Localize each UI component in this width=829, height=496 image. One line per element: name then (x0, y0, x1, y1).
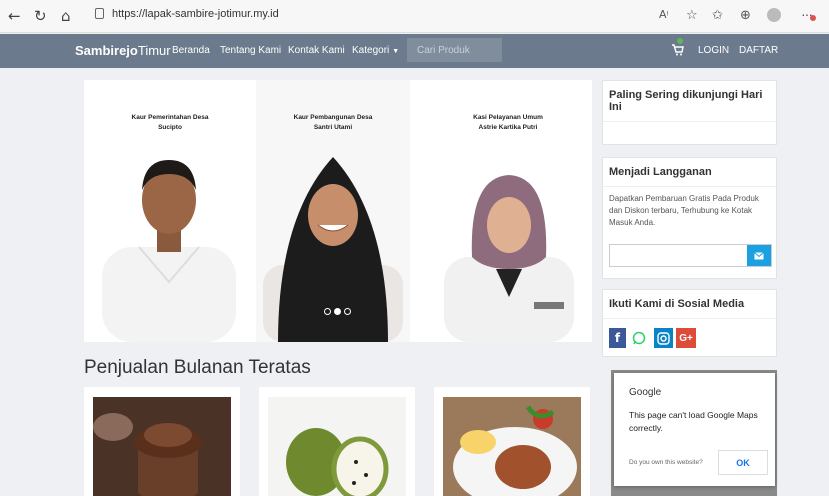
subscribe-email-field[interactable] (609, 244, 772, 267)
slide-caption: Kasi Pelayanan Umum Astrie Kartika Putri (473, 114, 543, 131)
cart-icon[interactable] (672, 44, 684, 56)
search-input[interactable] (407, 38, 502, 62)
product-card-3[interactable] (434, 387, 590, 496)
popular-title: Paling Sering dikunjungi Hari Ini (603, 81, 776, 122)
browser-toolbar: ← ↻ ⌂ https://lapak-sambire-jotimur.my.i… (0, 0, 829, 33)
slide-caption: Kaur Pemerintahan Desa Sucipto (131, 114, 209, 131)
reload-icon[interactable]: ↻ (34, 7, 47, 25)
maps-error-question: Do you own this website? (629, 459, 703, 466)
section-title: Penjualan Bulanan Teratas (84, 357, 311, 378)
address-bar[interactable]: https://lapak-sambire-jotimur.my.id (112, 8, 279, 20)
brand-logo[interactable]: SambirejoTimur (75, 43, 171, 58)
notification-dot (810, 15, 816, 21)
product-image (268, 397, 406, 496)
social-title: Ikuti Kami di Sosial Media (603, 290, 776, 319)
staff-photo (102, 160, 236, 342)
back-arrow-icon[interactable]: ← (8, 7, 21, 25)
product-image (93, 397, 231, 496)
lock-icon[interactable] (95, 8, 104, 19)
nav-tentang-kami[interactable]: Tentang Kami (220, 45, 281, 56)
slide-staff-3: Kasi Pelayanan Umum Astrie Kartika Putri (424, 80, 592, 342)
maps-error-message: This page can't load Google Maps correct… (629, 410, 758, 433)
instagram-icon[interactable] (654, 328, 673, 348)
product-image (443, 397, 581, 496)
profile-icon[interactable] (767, 8, 781, 22)
nav-kategori-dropdown[interactable]: Kategori ▼ (352, 45, 399, 56)
chevron-right-icon[interactable]: › (551, 200, 557, 221)
login-link[interactable]: LOGIN (698, 45, 729, 56)
add-favorite-icon[interactable]: ☆ (686, 8, 698, 23)
subscribe-panel: Menjadi Langganan Dapatkan Pembaruan Gra… (602, 157, 777, 279)
collections-icon[interactable]: ⊕ (740, 8, 751, 23)
product-card-1[interactable] (84, 387, 240, 496)
carousel-dot-2[interactable] (334, 308, 341, 315)
nav-beranda[interactable]: Beranda (172, 45, 210, 56)
whatsapp-icon[interactable] (630, 328, 648, 348)
slide-staff-2: Kaur Pembangunan Desa Santri Utami (256, 80, 410, 342)
product-card-2[interactable] (259, 387, 415, 496)
google-plus-icon[interactable]: G+ (676, 328, 696, 348)
site-navbar: SambirejoTimur Beranda Tentang Kami Kont… (0, 34, 829, 68)
subscribe-title: Menjadi Langganan (603, 158, 776, 187)
maps-error-title: Google (629, 387, 662, 398)
facebook-icon[interactable]: f (609, 328, 626, 348)
home-icon[interactable]: ⌂ (61, 7, 71, 25)
nav-kontak-kami[interactable]: Kontak Kami (288, 45, 345, 56)
read-aloud-icon[interactable]: Aᵎ (659, 8, 669, 21)
register-link[interactable]: DAFTAR (739, 45, 778, 56)
slide-staff-1: Kaur Pemerintahan Desa Sucipto (84, 80, 256, 342)
staff-carousel[interactable]: Kaur Pemerintahan Desa Sucipto Kaur Pemba… (84, 80, 592, 342)
envelope-icon (754, 251, 764, 259)
favorites-icon[interactable]: ✩ (712, 8, 723, 23)
staff-photo (444, 175, 574, 342)
subscribe-button[interactable] (747, 245, 771, 266)
social-panel: Ikuti Kami di Sosial Media f G+ (602, 289, 777, 357)
carousel-indicators (324, 308, 351, 315)
chevron-down-icon: ▼ (392, 48, 400, 55)
slide-caption: Kaur Pembangunan Desa Santri Utami (293, 114, 373, 131)
popular-panel: Paling Sering dikunjungi Hari Ini (602, 80, 777, 145)
carousel-dot-3[interactable] (344, 308, 351, 315)
maps-error-dialog: Google This page can't load Google Maps … (614, 373, 775, 486)
maps-ok-button[interactable]: OK (718, 450, 768, 475)
carousel-dot-1[interactable] (324, 308, 331, 315)
cart-badge (677, 38, 683, 44)
subscribe-text: Dapatkan Pembaruan Gratis Pada Produk da… (609, 194, 759, 227)
